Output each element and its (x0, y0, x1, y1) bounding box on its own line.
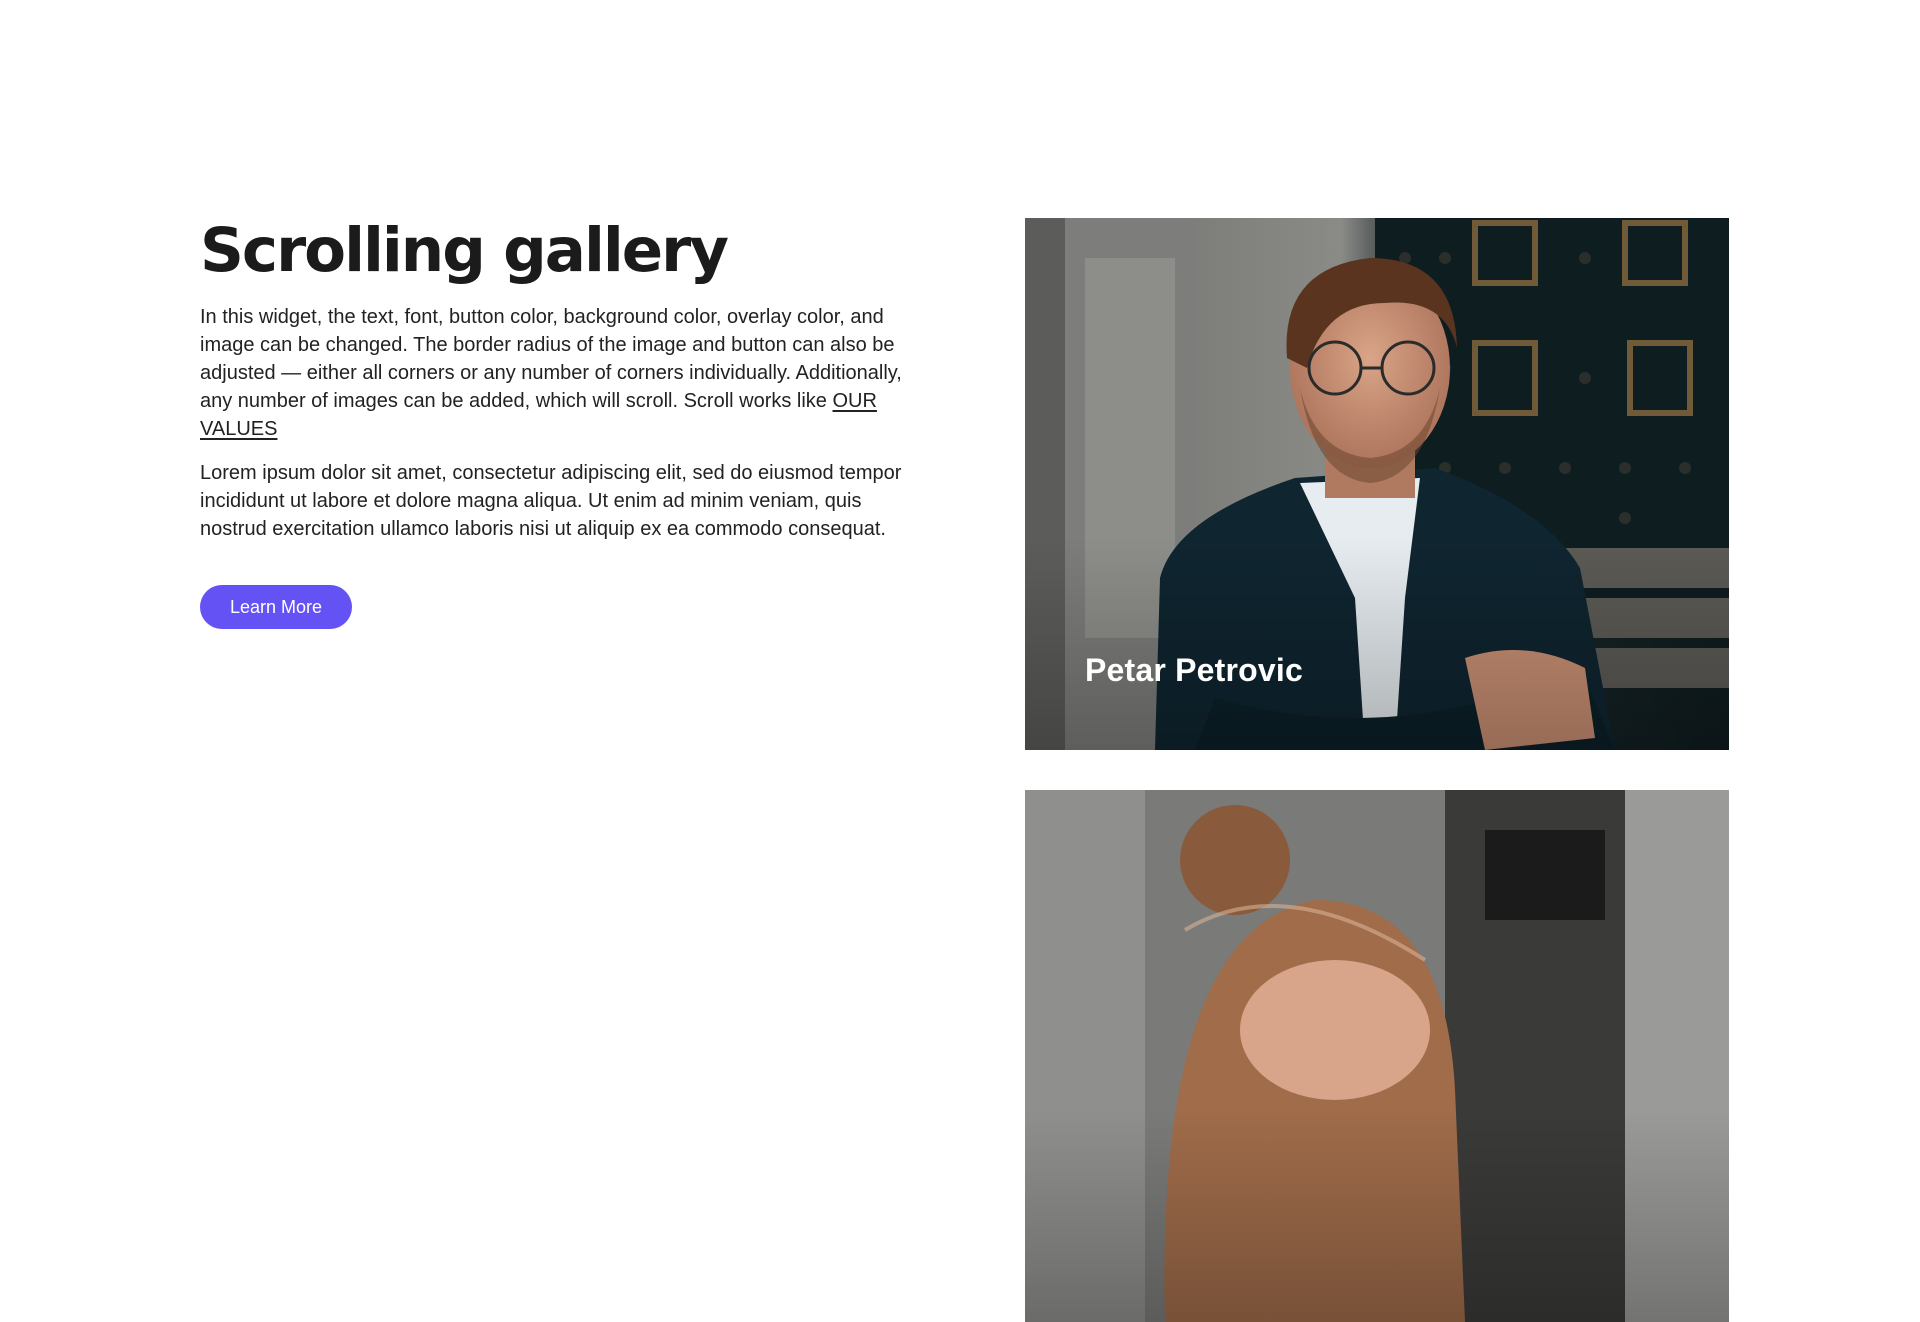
gallery-card[interactable]: Petar Petrovic (1025, 218, 1729, 750)
page-title: Scrolling gallery (200, 215, 729, 286)
intro-section: Scrolling gallery In this widget, the te… (200, 220, 912, 629)
gallery-card[interactable] (1025, 790, 1729, 1322)
image-overlay (1025, 790, 1729, 1322)
intro-paragraph: In this widget, the text, font, button c… (200, 303, 912, 443)
card-person-name: Petar Petrovic (1085, 652, 1304, 688)
scrolling-gallery[interactable]: Petar Petrovic (1025, 218, 1729, 1322)
intro-paragraph-text: In this widget, the text, font, button c… (200, 306, 902, 412)
lorem-paragraph: Lorem ipsum dolor sit amet, consectetur … (200, 462, 902, 540)
learn-more-button[interactable]: Learn More (200, 585, 353, 629)
